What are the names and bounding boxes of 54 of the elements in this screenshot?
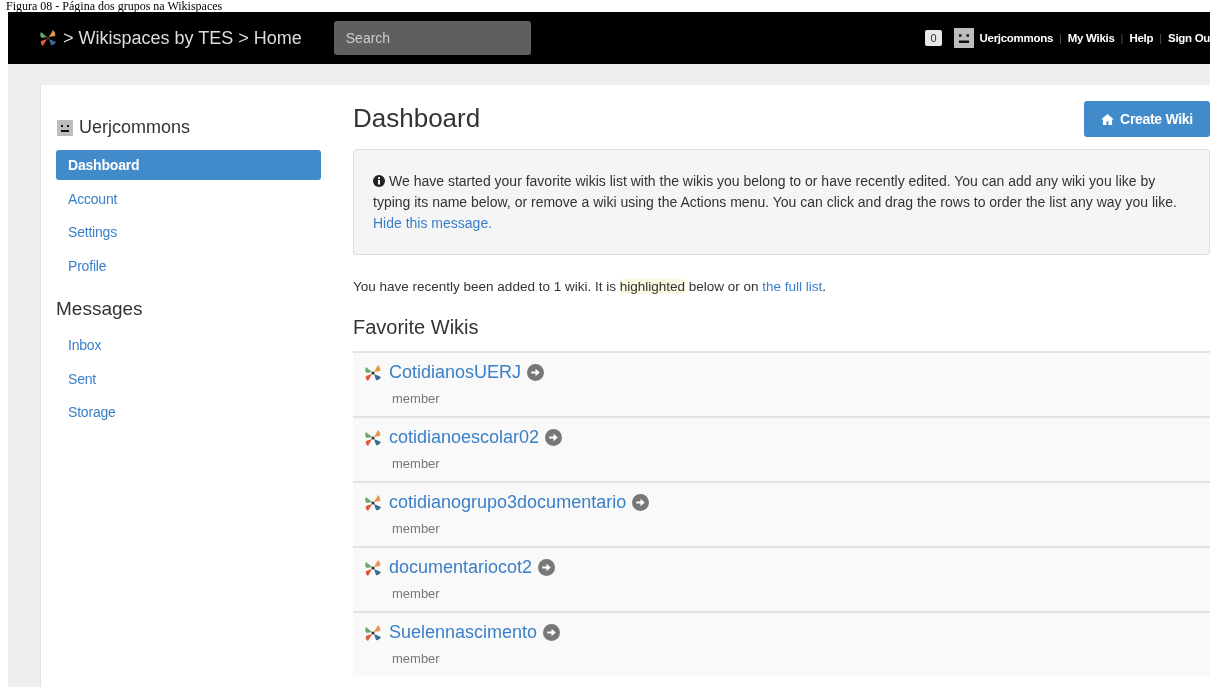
figure-caption: Figura 08 - Página dos grupos na Wikispaces — [5, 0, 224, 12]
arrow-circle-icon[interactable] — [632, 494, 650, 511]
search-field[interactable]: Search — [333, 21, 531, 55]
wiki-row[interactable]: cotidianogrupo3documentario member — [353, 481, 1210, 546]
wiki-link[interactable]: cotidianoescolar02 — [389, 427, 540, 448]
wiki-link[interactable]: Suelennascimento — [389, 622, 538, 643]
page-title: Dashboard — [353, 103, 481, 134]
top-link[interactable]: Help — [1129, 32, 1154, 44]
top-link[interactable]: Sign Ou — [1168, 32, 1210, 44]
wiki-role: member — [392, 586, 441, 601]
wiki-row[interactable]: cotidianoescolar02 member — [353, 416, 1210, 481]
sidebar-item[interactable]: Settings — [56, 217, 321, 247]
wiki-row[interactable]: Suelennascimento member — [353, 611, 1210, 676]
top-link[interactable]: Uerjcommons — [979, 32, 1053, 44]
wiki-row[interactable]: CotidianosUERJ member — [353, 351, 1210, 416]
create-wiki-button[interactable]: Create Wiki — [1084, 101, 1210, 137]
wiki-role: member — [392, 456, 441, 471]
breadcrumb-separator: > — [238, 27, 249, 49]
info-icon — [373, 175, 385, 187]
info-text: We have started your favorite wikis list with the wikis you belong to or have recently edited. You can add any wiki you like by typing its name below, or remove a wiki using the Actions menu. You can click and drag the rows to order the list any way you like. Hide this message. — [373, 173, 1177, 231]
section-heading: Messages — [56, 298, 144, 320]
wiki-link[interactable]: cotidianogrupo3documentario — [389, 492, 627, 513]
wiki-role: member — [392, 391, 441, 406]
logo-icon — [38, 28, 58, 48]
wiki-role: member — [392, 651, 441, 666]
wiki-link[interactable]: documentariocot2 — [389, 557, 533, 578]
wiki-row[interactable]: documentariocot2 member — [353, 546, 1210, 611]
link-separator: | — [1059, 32, 1062, 44]
home-icon — [1101, 113, 1115, 125]
notification-count[interactable]: 0 — [925, 30, 942, 46]
sidebar-item[interactable]: Inbox — [56, 330, 321, 360]
avatar-icon — [57, 119, 73, 136]
arrow-circle-icon[interactable] — [543, 624, 561, 641]
wiki-role: member — [392, 521, 441, 536]
sidebar-item[interactable]: Storage — [56, 397, 321, 427]
sidebar-item[interactable]: Dashboard — [56, 150, 321, 180]
user-name: Uerjcommons — [79, 117, 191, 138]
sidebar-item[interactable]: Sent — [56, 363, 321, 394]
section-heading: Favorite Wikis — [353, 316, 480, 339]
arrow-circle-icon[interactable] — [545, 429, 563, 446]
avatar-icon — [953, 28, 974, 48]
sidebar-item[interactable]: Profile — [56, 250, 321, 281]
hide-message-link[interactable]: Hide this message. — [373, 215, 493, 231]
top-link[interactable]: My Wikis — [1067, 32, 1115, 44]
link-separator: | — [1120, 32, 1124, 44]
arrow-circle-icon[interactable] — [538, 559, 556, 576]
arrow-circle-icon[interactable] — [527, 364, 545, 381]
breadcrumb-separator: > — [63, 27, 74, 49]
breadcrumb-link[interactable]: Wikispaces by TES — [78, 27, 234, 49]
wiki-link[interactable]: CotidianosUERJ — [389, 362, 522, 383]
breadcrumb-link[interactable]: Home — [253, 27, 302, 49]
sidebar-item[interactable]: Account — [56, 183, 321, 214]
link-separator: | — [1159, 32, 1162, 44]
notice-text: You have recently been added to 1 wiki. It is highlighted below or on the full list. — [353, 279, 828, 294]
